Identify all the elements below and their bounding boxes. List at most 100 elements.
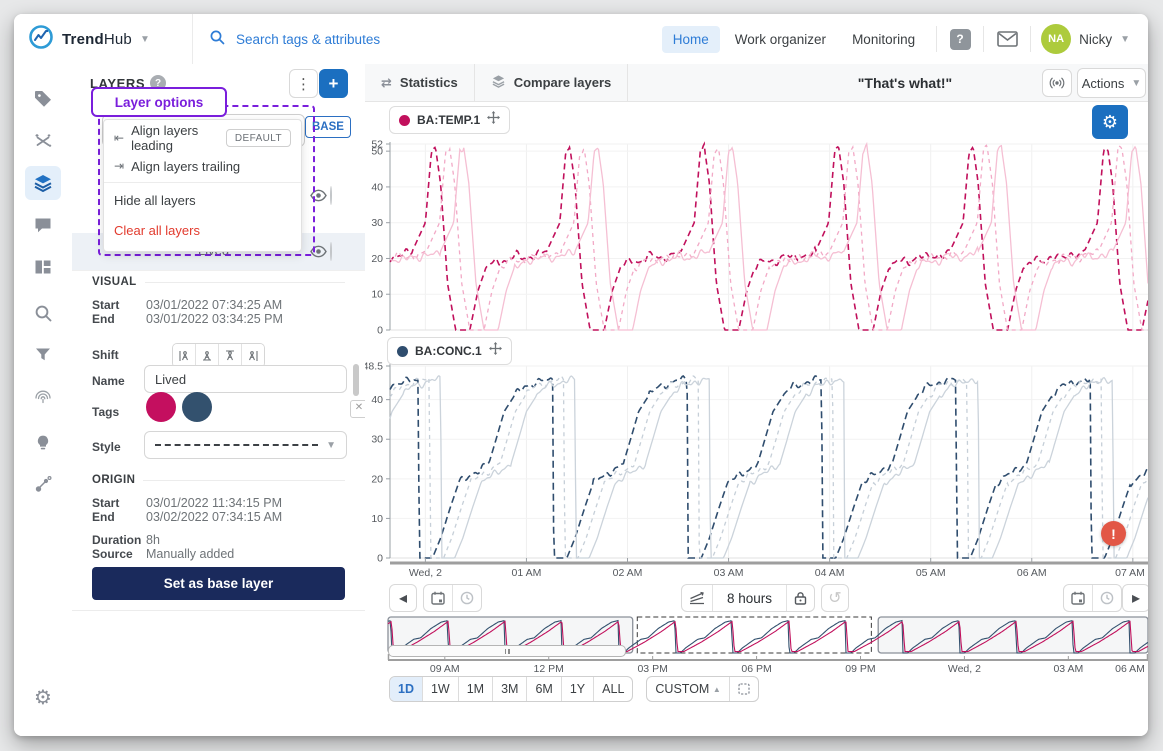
origin-section-heading: ORIGIN [92,474,345,486]
start-clock-button[interactable] [453,585,481,611]
y-tick-label: 20 [371,473,383,485]
rail-fingerprint-button[interactable] [25,380,61,414]
chart-settings-gear-button[interactable]: ⚙ [1092,105,1128,139]
rail-filter-button[interactable] [25,338,61,372]
origin-end-label: End [92,510,115,524]
align-leading-icon: ⇤ [114,131,124,145]
style-label: Style [92,440,121,454]
menu-hide-all-layers[interactable]: Hide all layers [104,186,301,214]
range-1y-button[interactable]: 1Y [562,677,594,701]
layer-options-menu: ⇤ Align layers leading DEFAULT ⇥ Align l… [103,119,302,252]
user-menu[interactable]: NA Nicky ▼ [1041,24,1148,54]
rail-lightbulb-button[interactable] [25,426,61,460]
rail-comments-button[interactable] [25,208,61,242]
shift-right-button[interactable] [219,344,242,367]
y-tick-label: 10 [371,289,383,301]
x-tick-label: Wed, 2 [948,663,981,674]
rail-dashboard-button[interactable] [25,250,61,284]
y-tick-label: 30 [371,434,383,446]
tag-color-dot[interactable] [182,392,212,422]
divider [936,26,937,52]
legend-chip-ba-conc-1[interactable]: BA:CONC.1 [387,337,512,365]
nav-monitoring[interactable]: Monitoring [841,26,926,53]
rail-tag-button[interactable] [25,82,61,116]
range-1m-button[interactable]: 1M [459,677,493,701]
shift-left-button[interactable] [196,344,219,367]
visual-end-label: End [92,312,115,326]
revert-history-button[interactable]: ↺ [821,584,849,612]
compare-layers-button[interactable]: Compare layers [475,64,629,101]
range-toolbar: ◂ 8 hours ↺ ▸ [365,582,1148,612]
set-as-base-layer-button[interactable]: Set as base layer [92,567,345,600]
layer-options-kebab-button[interactable]: ⋮ [289,69,318,98]
shift-far-right-button[interactable] [242,344,264,367]
end-datetime-group [1063,584,1122,612]
start-calendar-button[interactable] [424,585,453,611]
range-1d-button[interactable]: 1D [390,677,423,701]
move-handle-icon[interactable] [487,111,500,129]
chart-toolbar: ⇄ Statistics Compare layers "That's what… [365,64,1148,102]
rail-settings-gear-button[interactable]: ⚙ [25,680,61,714]
series-name: BA:TEMP.1 [417,113,480,127]
lock-duration-button[interactable] [787,585,814,611]
legend-chip-ba-temp-1[interactable]: BA:TEMP.1 [389,106,510,134]
y-tick-label: 40 [371,181,383,193]
pan-right-button[interactable]: ▸ [1122,584,1148,612]
x-tick-label: 02 AM [613,567,643,579]
custom-range-button[interactable]: CUSTOM ▲ [647,677,729,701]
end-calendar-button[interactable] [1064,585,1093,611]
tags-label: Tags [92,405,119,419]
default-badge: DEFAULT [226,129,291,147]
y-tick-label: 20 [371,253,383,265]
x-tick-label: 05 AM [916,567,946,579]
shift-far-left-button[interactable] [173,344,196,367]
layer-name-input[interactable] [144,365,347,393]
search-input[interactable] [234,31,498,48]
actions-button[interactable]: Actions▼ [1077,68,1146,98]
alert-badge[interactable]: ! [1101,521,1126,546]
brand-name: TrendHub [62,31,132,48]
series-color-dot [397,346,408,357]
remove-layer-icon[interactable] [330,186,332,205]
nav-home[interactable]: Home [662,26,720,53]
range-3m-button[interactable]: 3M [493,677,527,701]
overview-pan-handle[interactable] [388,645,626,657]
duration-value[interactable]: 8 hours [713,585,787,611]
icon-rail: ⚙ [14,64,73,736]
chart-ba-conc-1[interactable]: 01020304048.5Wed, 201 AM02 AM03 AM04 AM0… [365,362,1148,584]
actions-chevron-down-icon: ▼ [1131,78,1141,89]
end-clock-button[interactable] [1093,585,1121,611]
menu-clear-all-layers[interactable]: Clear all layers [104,216,301,244]
messages-button[interactable] [994,27,1020,51]
custom-window-button[interactable] [730,677,758,701]
time-range-buttons: 1D 1W 1M 3M 6M 1Y ALL CUSTOM ▲ [389,676,759,702]
move-handle-icon[interactable] [489,342,502,360]
menu-align-layers-leading[interactable]: ⇤ Align layers leading DEFAULT [104,124,301,152]
live-broadcast-button[interactable] [1042,69,1072,97]
menu-align-layers-trailing[interactable]: ⇥ Align layers trailing [104,152,301,180]
search-icon [209,29,225,50]
chart-ba-temp-1[interactable]: 0102030405052 [365,138,1148,334]
trendhub-logo-icon [28,24,54,55]
line-style-select[interactable]: ▼ [144,431,347,459]
overview-region[interactable] [637,617,871,653]
brand-chevron-down-icon: ▼ [140,34,150,45]
add-layer-button[interactable]: + [319,69,348,98]
range-all-button[interactable]: ALL [594,677,632,701]
rail-layers-button[interactable] [25,166,61,200]
pan-left-button[interactable]: ◂ [389,584,417,612]
panel-scroll-handle[interactable] [353,364,359,396]
rail-sparkle-clean-button[interactable] [25,124,61,158]
nav-work-organizer[interactable]: Work organizer [724,26,837,53]
range-6m-button[interactable]: 6M [527,677,561,701]
rail-search-button[interactable] [25,296,61,330]
trend-scale-button[interactable] [682,585,713,611]
brand-menu[interactable]: TrendHub ▼ [14,14,193,64]
range-1w-button[interactable]: 1W [423,677,459,701]
help-button[interactable]: ? [947,27,973,51]
rail-graph-nodes-button[interactable] [25,468,61,502]
statistics-button[interactable]: ⇄ Statistics [365,64,475,101]
remove-layer-icon[interactable] [330,242,332,261]
tag-color-dot[interactable] [146,392,176,422]
layers-panel: LAYERS ? ⋮ + BASE Lived VISUAL Start 03/… [72,64,366,736]
